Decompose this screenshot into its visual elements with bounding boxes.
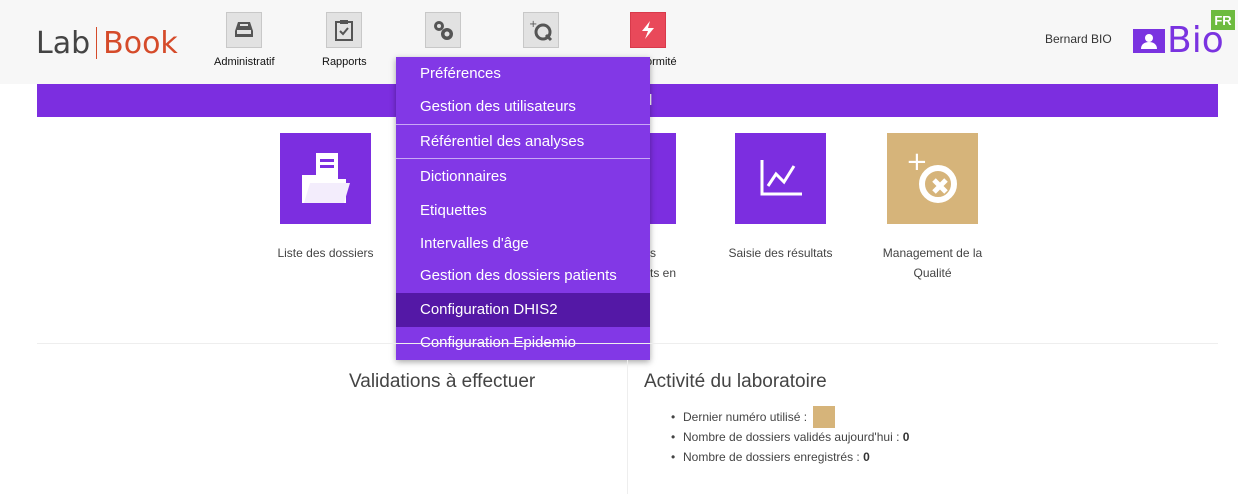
- tile-liste-dossiers[interactable]: [280, 133, 371, 224]
- nav-administratif[interactable]: Administratif: [214, 12, 275, 68]
- logo-part2: Book: [103, 26, 178, 61]
- activity-value: 0: [902, 430, 910, 444]
- list-item: Nombre de dossiers enregistrés : 0: [671, 447, 909, 467]
- tile-label-liste-dossiers[interactable]: Liste des dossiers: [270, 243, 381, 263]
- labbook-logo[interactable]: Lab Book: [36, 26, 178, 61]
- column-divider: [627, 360, 628, 494]
- menu-divider: [396, 158, 650, 159]
- quality-cross-icon: +: [523, 12, 559, 48]
- menu-item-referentiel-analyses[interactable]: Référentiel des analyses: [396, 126, 650, 158]
- inbox-tray-icon: [226, 12, 263, 48]
- quality-cross-icon: +: [906, 147, 957, 203]
- activity-label: Dernier numéro utilisé :: [683, 410, 808, 424]
- validations-title: Validations à effectuer: [349, 371, 536, 392]
- menu-item-etiquettes[interactable]: Etiquettes: [396, 195, 650, 227]
- list-item: Dernier numéro utilisé :: [671, 406, 909, 428]
- nav-rapports[interactable]: Rapports: [322, 12, 367, 68]
- settings-dropdown-menu: Préférences Gestion des utilisateurs Réf…: [396, 57, 650, 360]
- tile-label-line1: Management de la: [882, 246, 983, 260]
- user-name[interactable]: Bernard BIO: [1045, 32, 1112, 46]
- language-badge[interactable]: FR: [1211, 10, 1235, 30]
- menu-item-gestion-dossiers-patients[interactable]: Gestion des dossiers patients: [396, 260, 650, 292]
- menu-item-configuration-dhis2[interactable]: Configuration DHIS2: [396, 293, 650, 327]
- tile-label-saisie-resultats[interactable]: Saisie des résultats: [717, 243, 844, 263]
- tile-saisie-resultats[interactable]: [735, 133, 826, 224]
- tile-label-line2: ts en: [650, 266, 677, 280]
- nav-label: ormité: [646, 56, 677, 68]
- activity-title: Activité du laboratoire: [644, 371, 827, 392]
- nav-label: Rapports: [322, 56, 367, 68]
- activity-label: Nombre de dossiers validés aujourd'hui :: [683, 430, 900, 444]
- tile-label-line2: Qualité: [913, 266, 952, 280]
- menu-item-dictionnaires[interactable]: Dictionnaires: [396, 161, 650, 193]
- activity-value: 0: [863, 450, 870, 464]
- nav-label: Administratif: [214, 56, 275, 68]
- menu-item-gestion-utilisateurs[interactable]: Gestion des utilisateurs: [396, 91, 650, 123]
- list-item: Nombre de dossiers validés aujourd'hui :…: [671, 427, 910, 447]
- nav-qualite[interactable]: +: [523, 12, 559, 48]
- tile-label-management-qualite[interactable]: Management de la Qualité: [862, 243, 1003, 283]
- activity-list: Dernier numéro utilisé : Nombre de dossi…: [671, 406, 910, 467]
- lightning-icon: [630, 12, 667, 48]
- section-divider: [37, 343, 1218, 344]
- user-badge-icon: [1133, 29, 1165, 53]
- clipboard-check-icon: [326, 12, 363, 48]
- line-chart-icon: [760, 159, 802, 195]
- menu-divider: [396, 124, 650, 125]
- tile-label-hidden[interactable]: s ts en: [650, 243, 676, 283]
- last-number-swatch: [813, 406, 836, 428]
- nav-parametres[interactable]: [425, 12, 461, 48]
- logo-separator: [96, 27, 98, 59]
- tile-management-qualite[interactable]: +: [887, 133, 978, 224]
- menu-item-preferences[interactable]: Préférences: [396, 58, 650, 90]
- tile-label-line1: s: [650, 246, 656, 260]
- activity-label: Nombre de dossiers enregistrés :: [683, 450, 860, 464]
- gears-icon: [425, 12, 461, 48]
- logo-part1: Lab: [36, 26, 91, 61]
- menu-item-intervalles-age[interactable]: Intervalles d'âge: [396, 228, 650, 260]
- folder-document-icon: [301, 152, 350, 203]
